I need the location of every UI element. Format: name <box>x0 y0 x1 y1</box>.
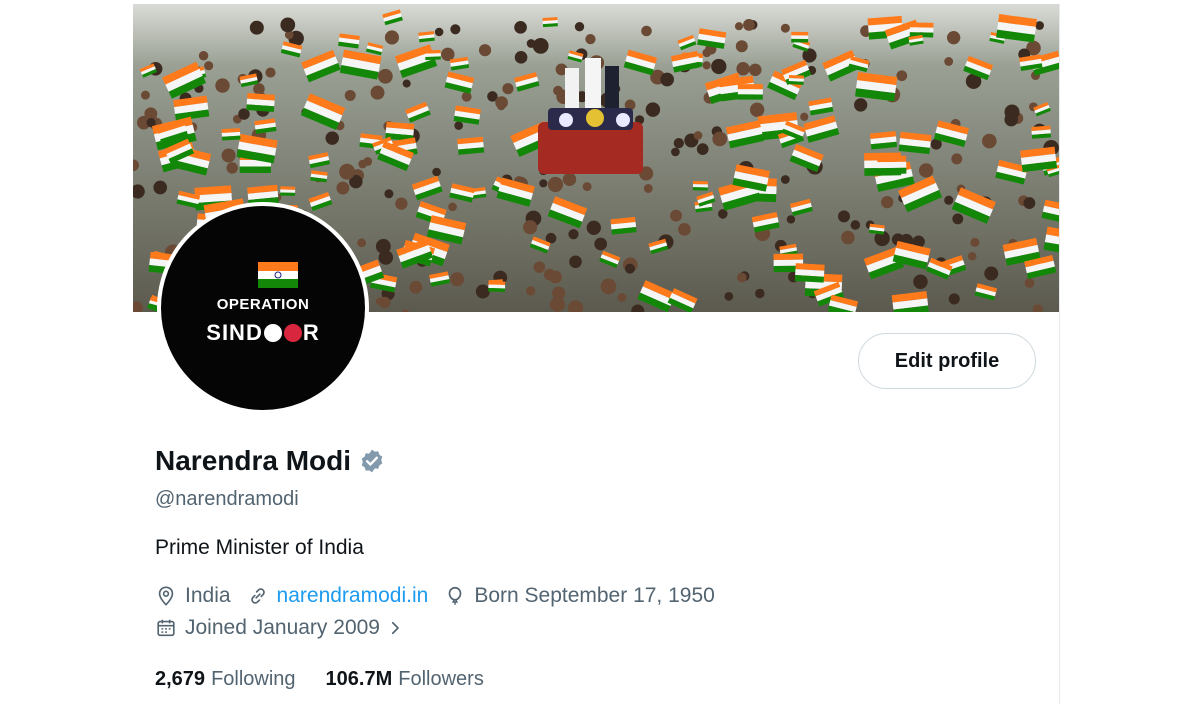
birthday-item: Born September 17, 1950 <box>444 584 715 608</box>
avatar-text-sindoor: SIND R <box>206 320 320 345</box>
chevron-right-icon[interactable] <box>386 619 404 637</box>
location-text: India <box>185 584 231 607</box>
profile-handle: @narendramodi <box>155 488 299 510</box>
profile-bio: Prime Minister of India <box>155 536 364 559</box>
followers-link[interactable]: 106.7M Followers <box>326 668 484 691</box>
calendar-icon <box>157 619 175 637</box>
joined-item[interactable]: Joined January 2009 <box>155 616 404 640</box>
birthday-text: Born September 17, 1950 <box>474 584 715 607</box>
followers-count: 106.7M <box>325 668 393 690</box>
avatar-text-operation: OPERATION <box>216 296 310 313</box>
website-link[interactable]: narendramodi.in <box>277 584 429 608</box>
edit-profile-button[interactable]: Edit profile <box>858 333 1036 389</box>
india-flag-icon <box>258 262 298 288</box>
profile-frame: OPERATION SIND R Edit profile Narendra Mo… <box>133 4 1060 704</box>
display-name: Narendra Modi <box>155 445 352 476</box>
balloon-icon <box>448 586 462 605</box>
following-count: 2,679 <box>155 668 206 690</box>
following-label: Following <box>211 668 296 690</box>
profile-name-row: Narendra Modi <box>155 445 385 477</box>
location-item: India <box>155 584 231 608</box>
following-link[interactable]: 2,679 Following <box>155 668 296 691</box>
follow-stats: 2,679 Following 106.7M Followers <box>155 668 514 691</box>
profile-avatar[interactable]: OPERATION SIND R <box>157 202 369 414</box>
link-icon <box>250 588 265 604</box>
website-item[interactable]: narendramodi.in <box>247 584 429 608</box>
joined-text: Joined January 2009 <box>185 616 380 639</box>
followers-label: Followers <box>398 668 484 690</box>
location-pin-icon <box>158 586 174 606</box>
profile-meta-row-2[interactable]: Joined January 2009 <box>155 616 420 640</box>
verified-badge-icon[interactable] <box>359 448 385 474</box>
profile-meta-row-1: India narendramodi.in Born September 17,… <box>155 584 731 608</box>
